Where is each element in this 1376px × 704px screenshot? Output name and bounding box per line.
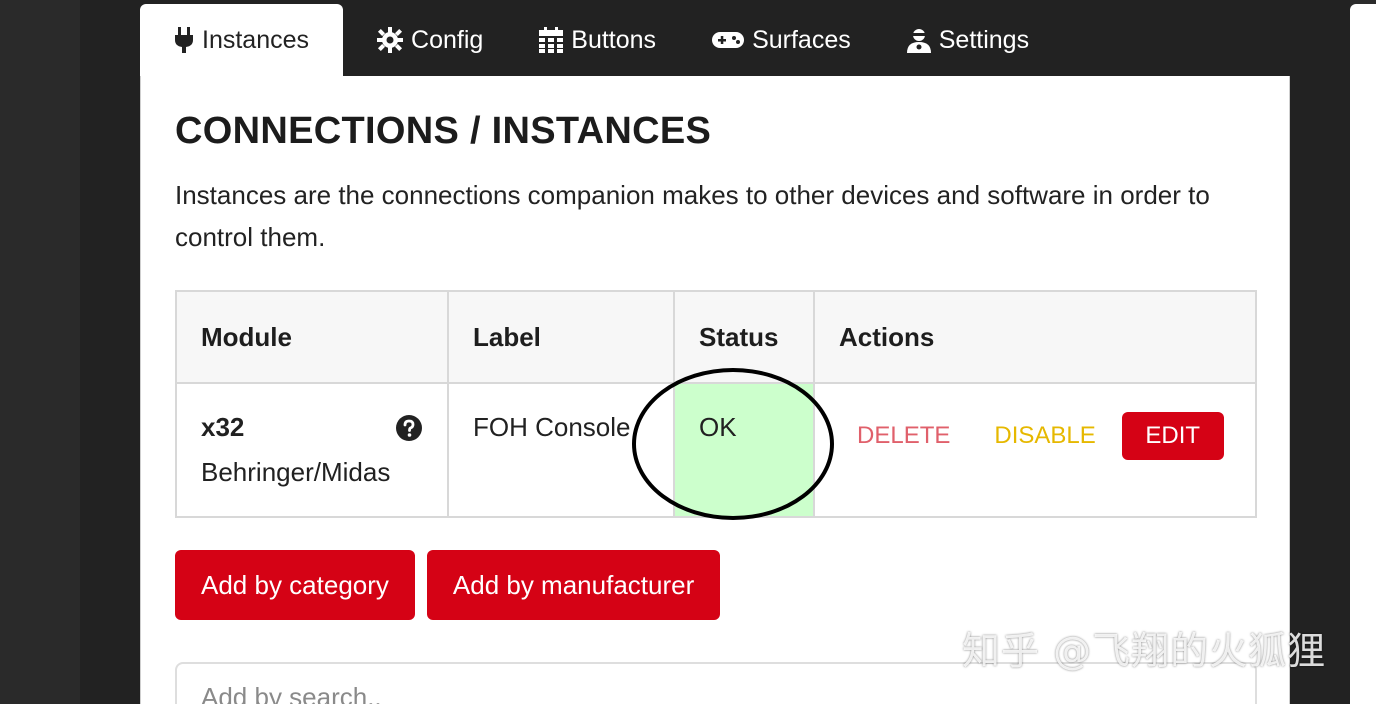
left-background [0,0,80,704]
actions-cell: DELETE DISABLE EDIT [813,382,1257,518]
label-cell: FOH Console [447,382,675,518]
header-module: Module [175,290,449,384]
add-by-category-button[interactable]: Add by category [175,550,415,620]
main-tabs: Instances Config Buttons Surfaces Settin… [140,4,1051,76]
header-actions: Actions [813,290,1257,384]
module-name: x32 [201,412,245,442]
tab-label: Config [411,25,484,54]
add-by-manufacturer-button[interactable]: Add by manufacturer [426,550,721,620]
page-title: CONNECTIONS / INSTANCES [175,110,712,152]
connections-table: Module Label Status Actions x32 Behringe… [175,290,1257,518]
tab-label: Surfaces [752,25,851,54]
calendar-grid-icon [539,27,564,53]
page-description: Instances are the connections companion … [175,180,1210,252]
module-cell: x32 Behringer/Midas [175,382,449,518]
watermark: 知乎 @飞翔的火狐狸 [962,629,1327,673]
gamepad-icon [712,30,745,50]
tab-label: Buttons [571,25,657,54]
delete-button[interactable]: DELETE [857,422,950,450]
tab-label: Instances [202,25,310,54]
plug-icon [174,27,194,53]
tab-label: Settings [938,25,1030,54]
tab-config[interactable]: Config [343,4,505,76]
tab-buttons[interactable]: Buttons [505,4,678,76]
header-label: Label [447,290,675,384]
add-buttons: Add by category Add by manufacturer [175,550,721,620]
gear-icon [377,27,404,53]
tab-instances[interactable]: Instances [140,4,344,76]
status-cell: OK [673,382,815,518]
header-status: Status [673,290,815,384]
tab-settings[interactable]: Settings [873,4,1051,76]
right-panel [1350,4,1376,704]
help-icon[interactable] [395,414,423,442]
table-header-row: Module Label Status Actions [175,290,1257,384]
table-row: x32 Behringer/Midas FOH Console OK DELET… [175,382,1257,518]
disable-button[interactable]: DISABLE [994,422,1095,450]
instances-card: CONNECTIONS / INSTANCES Instances are th… [140,76,1290,704]
module-manufacturer: Behringer/Midas [201,457,391,487]
edit-button[interactable]: EDIT [1121,412,1224,460]
user-cog-icon [906,27,931,53]
tab-surfaces[interactable]: Surfaces [678,4,873,76]
